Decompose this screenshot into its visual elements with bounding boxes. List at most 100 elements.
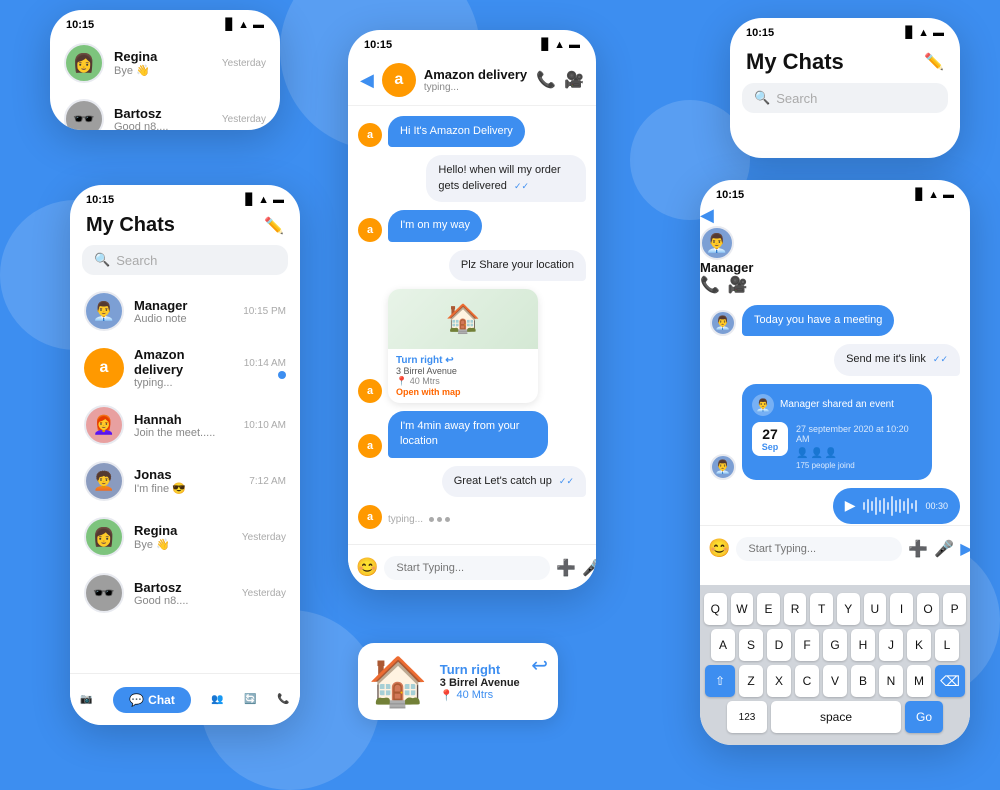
key-h[interactable]: H [851,629,875,661]
key-k[interactable]: K [907,629,931,661]
nav-refresh[interactable]: 🔄 [244,694,256,705]
keyboard-row-4: 123 space Go [704,701,966,733]
list-item[interactable]: 👨‍💼 Manager Audio note 10:15 PM [70,283,300,339]
map-open-link[interactable]: Open with map [396,387,461,397]
sender-avatar: a [358,505,382,529]
key-o[interactable]: O [917,593,940,625]
message-bubble: Plz Share your location [449,250,586,281]
chat-meta: 10:14 AM [244,358,286,379]
camera-icon: 📷 [80,694,92,705]
audio-message[interactable]: ▶ 00:30 [833,488,960,524]
key-t[interactable]: T [810,593,833,625]
key-e[interactable]: E [757,593,780,625]
event-avatar3: 👤 [825,448,837,459]
key-z[interactable]: Z [739,665,763,697]
mic-button[interactable]: 🎤 [582,558,596,578]
message-bubble: Today you have a meeting [742,305,894,336]
event-body: 27 Sep 27 september 2020 at 10:20 AM 👤 👤… [752,422,922,470]
key-d[interactable]: D [767,629,791,661]
list-item[interactable]: 🕶️ Bartosz Good n8.... Yesterday [50,91,280,130]
key-s[interactable]: S [739,629,763,661]
message-text: Hello! when will my order gets delivered [438,164,560,191]
back-button[interactable]: ◀ [360,70,374,91]
list-item[interactable]: 👩‍🦰 Hannah Join the meet..... 10:10 AM [70,397,300,453]
nav-people[interactable]: 👥 [211,694,223,705]
emoji-button-rc[interactable]: 😊 [708,538,730,559]
key-space[interactable]: space [771,701,901,733]
wifi-icon: ▲ [554,39,565,51]
key-f[interactable]: F [795,629,819,661]
list-item[interactable]: 🕶️ Bartosz Good n8.... Yesterday [70,565,300,621]
sender-avatar-event: 👨‍💼 [710,454,736,480]
video-icon-rc[interactable]: 🎥 [728,275,748,295]
key-j[interactable]: J [879,629,903,661]
key-backspace[interactable]: ⌫ [935,665,965,697]
key-g[interactable]: G [823,629,847,661]
avatar: 👩 [64,43,104,83]
key-a[interactable]: A [711,629,735,661]
list-item[interactable]: 👩 Regina Bye 👋 Yesterday [50,35,280,91]
key-l[interactable]: L [935,629,959,661]
nav-chat-active[interactable]: 💬 Chat [113,687,191,713]
time-top-left: 10:15 [66,19,94,31]
key-u[interactable]: U [864,593,887,625]
chat-preview: Bye 👋 [114,64,212,77]
nav-camera[interactable]: 📷 [80,694,92,705]
back-button-rc[interactable]: ◀ [700,205,714,225]
key-v[interactable]: V [823,665,847,697]
key-i[interactable]: I [890,593,913,625]
list-item[interactable]: 🧑‍🦱 Jonas I'm fine 😎 7:12 AM [70,453,300,509]
message-row: a Hi It's Amazon Delivery [358,116,586,147]
input-bar-mid: 😊 ➕ 🎤 👍 [348,544,596,590]
signal-icon: ▊ [542,38,550,51]
key-x[interactable]: X [767,665,791,697]
message-input[interactable] [384,556,550,580]
send-button-rc[interactable]: ▶ [960,539,970,559]
key-p[interactable]: P [943,593,966,625]
status-bar-top-left: 10:15 ▊ ▲ ▬ [50,10,280,35]
map-image: 🏠 [388,289,538,349]
call-icon[interactable]: 📞 [536,70,556,90]
key-b[interactable]: B [851,665,875,697]
key-w[interactable]: W [731,593,754,625]
contact-name: Hannah [134,412,234,427]
chat-time: Yesterday [222,58,266,69]
nav-phone[interactable]: 📞 [277,694,289,705]
message-input-rc[interactable] [736,537,902,561]
distance-info: 📍 40 Mtrs [440,689,520,702]
read-receipt: ✓✓ [514,181,529,191]
map-card[interactable]: 🏠 Turn right ↩ 3 Birrel Avenue 📍 40 Mtrs… [388,289,538,403]
key-r[interactable]: R [784,593,807,625]
edit-icon[interactable]: ✏️ [264,216,284,236]
mic-button-rc[interactable]: 🎤 [934,539,954,559]
video-icon[interactable]: 🎥 [564,70,584,90]
attach-button[interactable]: ➕ [556,558,576,578]
key-y[interactable]: Y [837,593,860,625]
search-bar[interactable]: 🔍 Search [82,245,288,275]
list-item[interactable]: a Amazon delivery typing... 10:14 AM [70,339,300,397]
key-go[interactable]: Go [905,701,943,733]
search-bar-rt[interactable]: 🔍 Search [742,83,948,113]
chat-time: Yesterday [242,532,286,543]
list-item[interactable]: 👩 Regina Bye 👋 Yesterday [70,509,300,565]
event-card[interactable]: 👨‍💼 Manager shared an event 27 Sep 27 se… [742,384,932,480]
key-n[interactable]: N [879,665,903,697]
key-m[interactable]: M [907,665,931,697]
chat-preview: typing... [134,377,234,389]
turn-arrow-icon: ↩ [531,653,548,678]
play-button[interactable]: ▶ [845,497,856,514]
page-title-rt: My Chats [746,49,844,75]
attach-button-rc[interactable]: ➕ [908,539,928,559]
emoji-button[interactable]: 😊 [356,557,378,578]
battery-icon: ▬ [273,194,284,206]
keyboard: Q W E R T Y U I O P A S D F G H J K L ⇧ … [700,585,970,745]
key-123[interactable]: 123 [727,701,767,733]
call-icon-rc[interactable]: 📞 [700,275,720,295]
message-bubble: Hello! when will my order gets delivered… [426,155,586,202]
key-shift[interactable]: ⇧ [705,665,735,697]
map-card-bottom[interactable]: 🏠 Turn right 3 Birrel Avenue 📍 40 Mtrs ↩ [358,643,558,720]
key-q[interactable]: Q [704,593,727,625]
key-c[interactable]: C [795,665,819,697]
time-mid: 10:15 [364,39,392,51]
edit-icon-rt[interactable]: ✏️ [924,52,944,72]
